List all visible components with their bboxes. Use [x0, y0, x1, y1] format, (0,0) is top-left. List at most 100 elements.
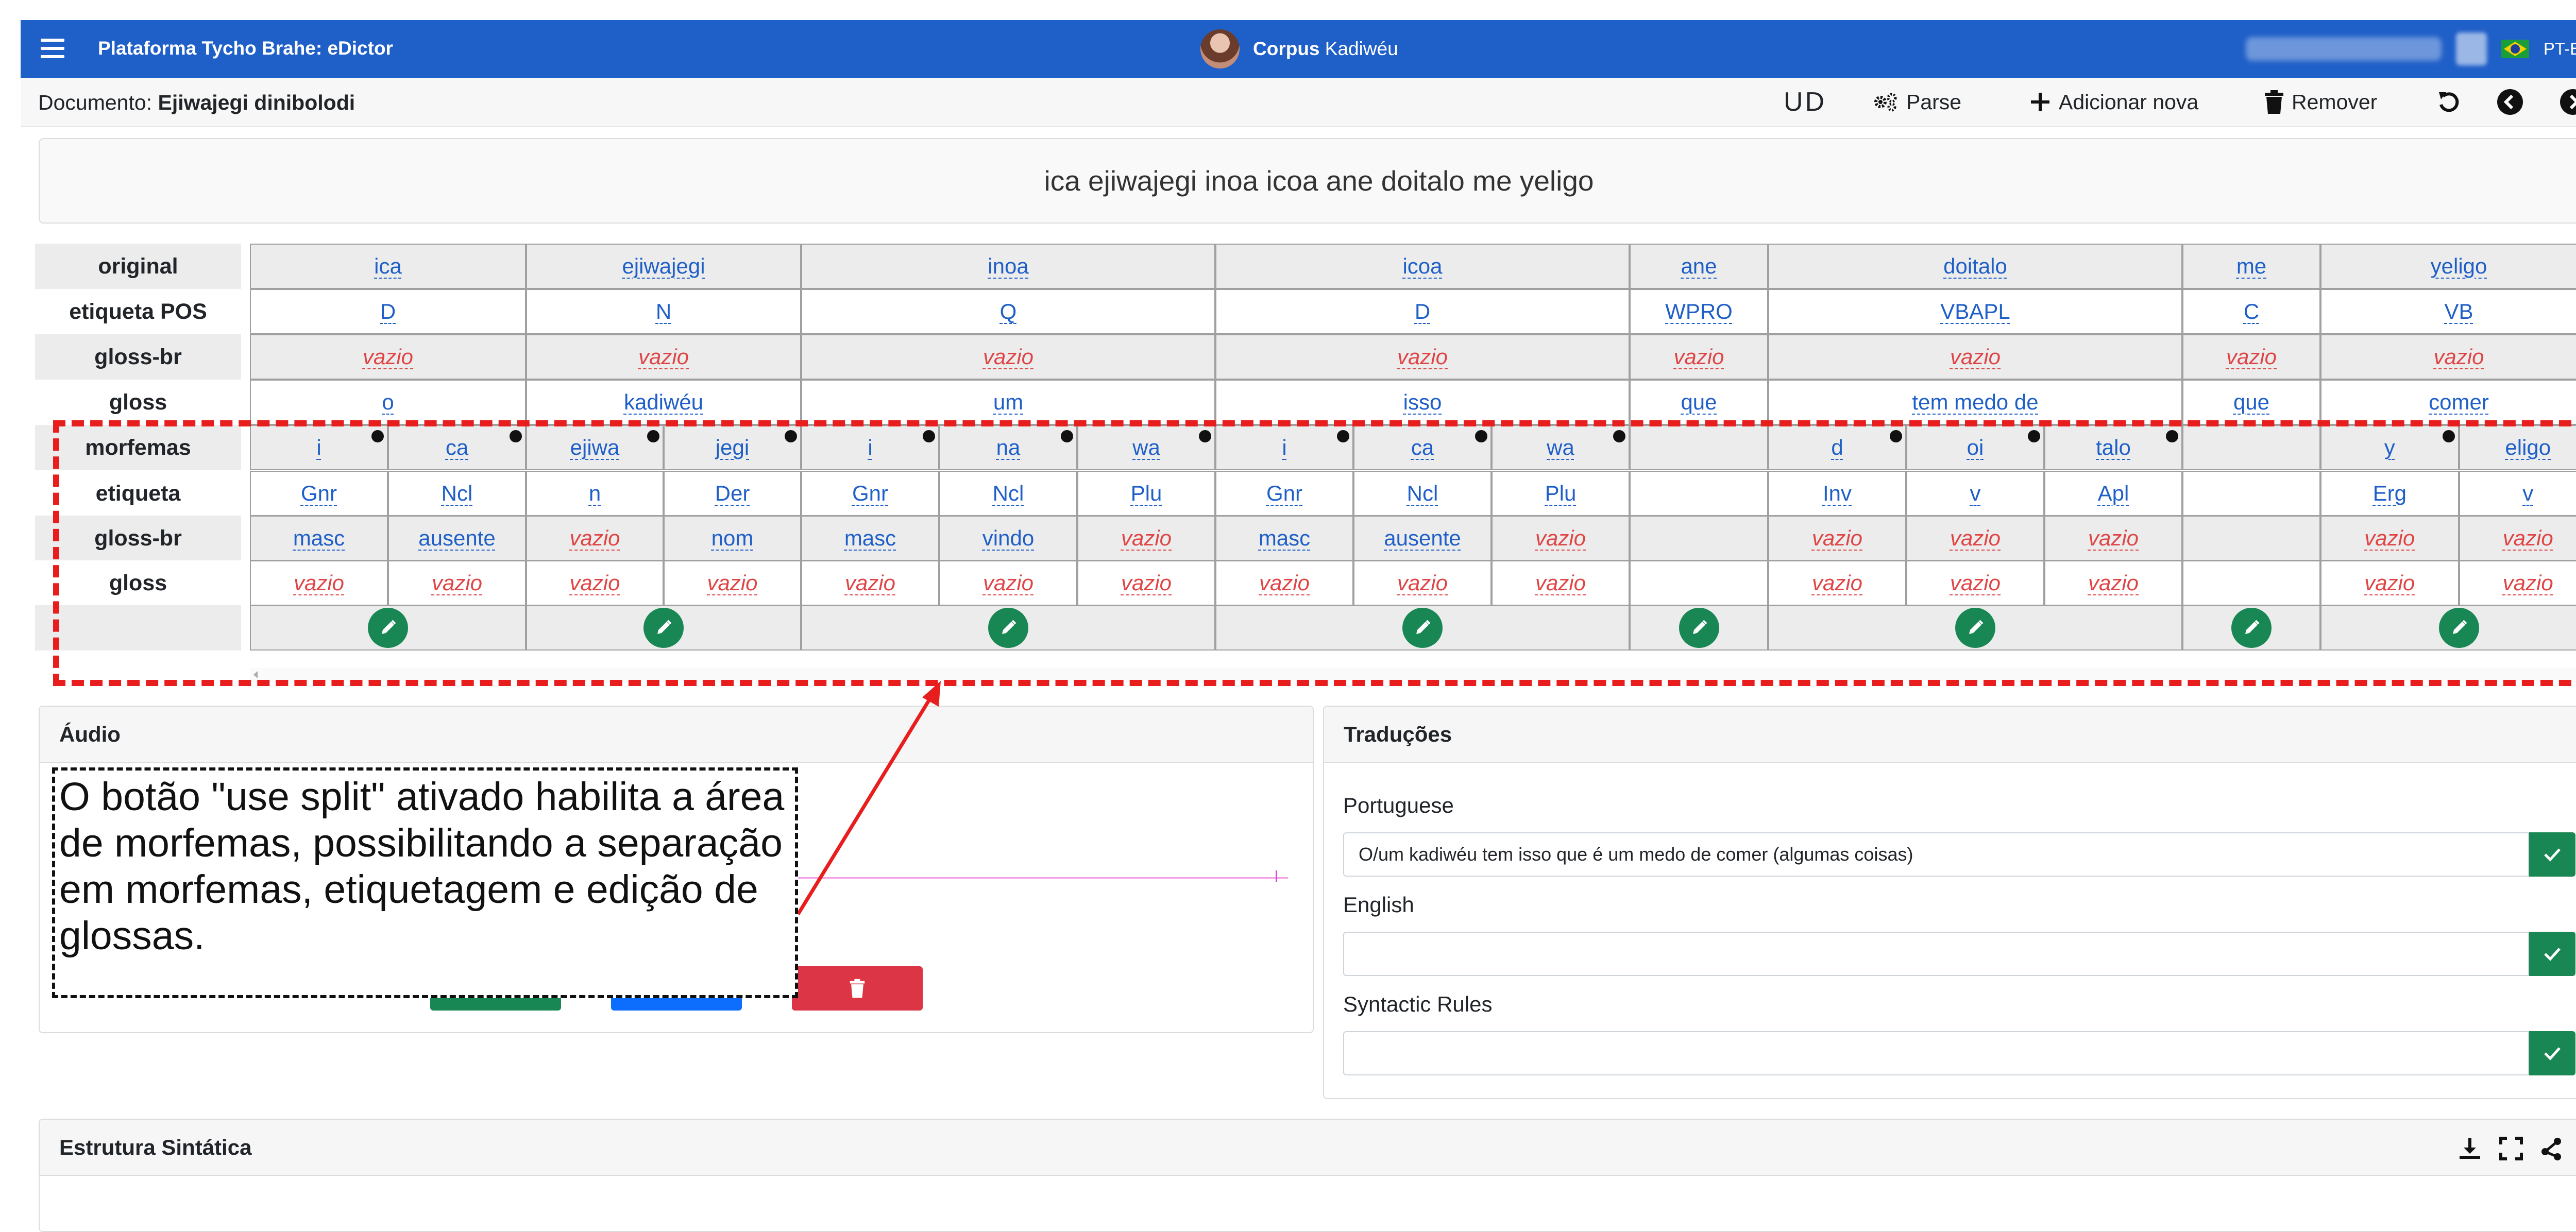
word-gloss[interactable]: que — [2233, 390, 2269, 415]
user-name-blurred[interactable] — [2246, 37, 2442, 61]
remove-button[interactable]: Remover — [2264, 88, 2377, 116]
word-gloss[interactable]: kadiwéu — [624, 390, 703, 415]
word-pos[interactable]: D — [380, 299, 396, 324]
save-english-button[interactable] — [2529, 932, 2575, 976]
word-original-cell[interactable]: icoa — [1215, 244, 1630, 289]
word-gloss-cell[interactable]: comer — [2320, 380, 2576, 425]
word-glossbr[interactable]: vazio — [1950, 345, 2001, 369]
word-original[interactable]: icoa — [1402, 254, 1442, 279]
word-glossbr[interactable]: vazio — [638, 345, 689, 369]
ud-button[interactable]: UD — [1784, 88, 1826, 116]
download-tree-button[interactable] — [2458, 1136, 2482, 1161]
word-glossbr[interactable]: vazio — [363, 345, 413, 369]
tree-layout-button[interactable] — [2539, 1136, 2564, 1161]
word-glossbr[interactable]: vazio — [2433, 345, 2484, 369]
word-gloss[interactable]: tem medo de — [1912, 390, 2038, 415]
word-glossbr[interactable]: vazio — [1397, 345, 1448, 369]
word-original[interactable]: me — [2236, 254, 2266, 279]
word-glossbr-cell[interactable]: vazio — [2182, 334, 2320, 380]
audio-title: Áudio — [59, 722, 121, 747]
syntactic-rules-label: Syntactic Rules — [1343, 992, 1492, 1017]
word-gloss-cell[interactable]: que — [2182, 380, 2320, 425]
word-gloss-cell[interactable]: o — [250, 380, 526, 425]
portuguese-translation-input[interactable] — [1343, 832, 2529, 877]
syntactic-structure-panel: Estrutura Sintática — [39, 1119, 2576, 1232]
word-glossbr-cell[interactable]: vazio — [1768, 334, 2182, 380]
user-avatar[interactable] — [2456, 32, 2487, 65]
word-glossbr[interactable]: vazio — [983, 345, 1033, 369]
word-pos[interactable]: Q — [1000, 299, 1017, 324]
syntactic-rules-input[interactable] — [1343, 1031, 2529, 1075]
word-original[interactable]: yeligo — [2431, 254, 2487, 279]
word-gloss-cell[interactable]: isso — [1215, 380, 1630, 425]
language-selector[interactable]: PT-BR — [2544, 39, 2576, 59]
word-original-cell[interactable]: ica — [250, 244, 526, 289]
word-original[interactable]: doitalo — [1943, 254, 2007, 279]
word-original-cell[interactable]: yeligo — [2320, 244, 2576, 289]
word-pos-cell[interactable]: N — [526, 289, 801, 334]
word-gloss[interactable]: o — [382, 390, 394, 415]
app-title[interactable]: Plataforma Tycho Brahe: eDictor — [98, 36, 393, 61]
word-glossbr-cell[interactable]: vazio — [1215, 334, 1630, 380]
word-glossbr-cell[interactable]: vazio — [250, 334, 526, 380]
word-glossbr[interactable]: vazio — [1673, 345, 1724, 369]
previous-sentence-button[interactable] — [2497, 88, 2523, 116]
parse-button[interactable]: Parse — [1872, 88, 1961, 116]
word-pos-cell[interactable]: D — [1215, 289, 1630, 334]
word-gloss-cell[interactable]: kadiwéu — [526, 380, 801, 425]
brazil-flag-icon[interactable] — [2501, 40, 2529, 58]
word-pos-cell[interactable]: WPRO — [1630, 289, 1768, 334]
word-glossbr-cell[interactable]: vazio — [1630, 334, 1768, 380]
undo-button[interactable] — [2436, 88, 2462, 116]
trash-icon — [2264, 90, 2284, 114]
menu-icon[interactable] — [39, 35, 66, 62]
undo-icon — [2436, 89, 2462, 115]
chevron-left-circle-icon — [2497, 89, 2523, 115]
word-glossbr-cell[interactable]: vazio — [2320, 334, 2576, 380]
row-label: gloss-br — [35, 334, 241, 380]
add-new-button[interactable]: Adicionar nova — [2029, 88, 2198, 116]
check-icon — [2543, 847, 2562, 862]
save-syntactic-rules-button[interactable] — [2529, 1031, 2575, 1075]
save-portuguese-button[interactable] — [2529, 832, 2575, 877]
corpus-indicator[interactable]: Corpus Kadiwéu — [1200, 29, 1398, 69]
word-gloss[interactable]: que — [1681, 390, 1717, 415]
word-original[interactable]: ane — [1681, 254, 1717, 279]
word-pos-cell[interactable]: Q — [801, 289, 1215, 334]
word-original[interactable]: inoa — [988, 254, 1028, 279]
word-original-cell[interactable]: inoa — [801, 244, 1215, 289]
word-glossbr-cell[interactable]: vazio — [526, 334, 801, 380]
word-pos[interactable]: WPRO — [1665, 299, 1733, 324]
word-original-cell[interactable]: me — [2182, 244, 2320, 289]
word-pos[interactable]: D — [1415, 299, 1430, 324]
english-translation-input[interactable] — [1343, 932, 2529, 976]
word-glossbr-cell[interactable]: vazio — [801, 334, 1215, 380]
corpus-name: Kadiwéu — [1325, 38, 1398, 59]
word-gloss-cell[interactable]: que — [1630, 380, 1768, 425]
fullscreen-button[interactable] — [2499, 1136, 2523, 1161]
word-gloss-cell[interactable]: tem medo de — [1768, 380, 2182, 425]
word-original-cell[interactable]: ejiwajegi — [526, 244, 801, 289]
portuguese-label: Portuguese — [1343, 793, 1454, 818]
word-pos[interactable]: VB — [2444, 299, 2473, 324]
word-original[interactable]: ica — [374, 254, 402, 279]
delete-audio-button[interactable] — [792, 966, 923, 1011]
word-gloss-cell[interactable]: um — [801, 380, 1215, 425]
word-gloss[interactable]: comer — [2429, 390, 2489, 415]
word-pos-cell[interactable]: VB — [2320, 289, 2576, 334]
word-gloss[interactable]: um — [993, 390, 1023, 415]
word-pos-cell[interactable]: C — [2182, 289, 2320, 334]
top-navbar: Plataforma Tycho Brahe: eDictor Corpus K… — [21, 20, 2576, 78]
word-original-cell[interactable]: ane — [1630, 244, 1768, 289]
word-original-cell[interactable]: doitalo — [1768, 244, 2182, 289]
word-pos-cell[interactable]: D — [250, 289, 526, 334]
next-sentence-button[interactable] — [2560, 88, 2576, 116]
word-pos[interactable]: C — [2244, 299, 2259, 324]
word-pos-cell[interactable]: VBAPL — [1768, 289, 2182, 334]
word-original[interactable]: ejiwajegi — [622, 254, 705, 279]
fullscreen-icon — [2499, 1136, 2523, 1161]
word-pos[interactable]: N — [656, 299, 671, 324]
word-glossbr[interactable]: vazio — [2226, 345, 2277, 369]
word-gloss[interactable]: isso — [1403, 390, 1442, 415]
word-pos[interactable]: VBAPL — [1940, 299, 2010, 324]
